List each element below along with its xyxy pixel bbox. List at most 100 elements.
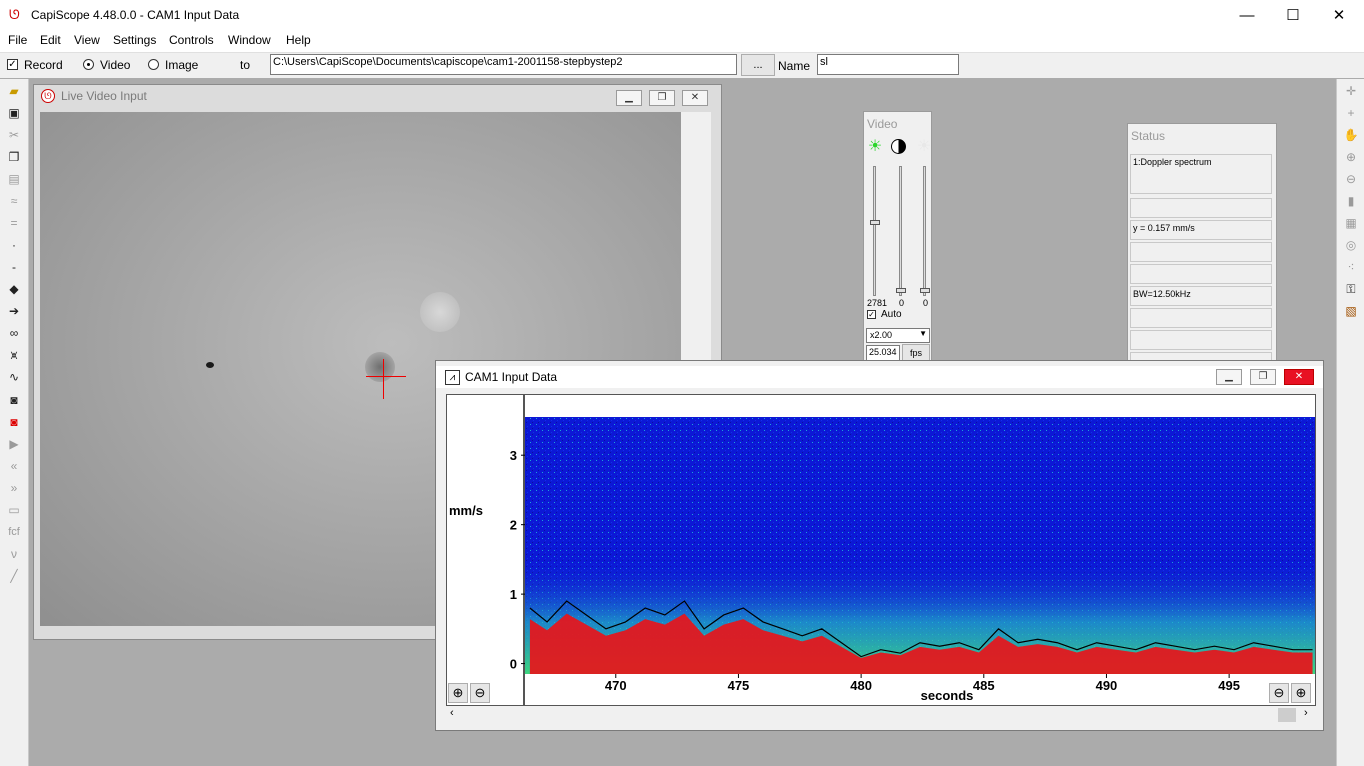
equal-icon[interactable]: = xyxy=(4,213,24,233)
zoom-in-icon[interactable]: ⊕ xyxy=(1341,147,1361,167)
name-label: Name xyxy=(778,59,811,73)
point-icon[interactable]: ◆ xyxy=(4,279,24,299)
play-icon[interactable]: ▶ xyxy=(4,434,24,454)
live-video-titlebar[interactable]: ᘎ Live Video Input ▁ ❐ ✕ xyxy=(34,85,721,107)
line-icon[interactable]: ╱ xyxy=(4,566,24,586)
cam1-close[interactable]: ✕ xyxy=(1284,369,1314,385)
gain-slider-thumb[interactable] xyxy=(920,288,930,293)
video-radio[interactable] xyxy=(83,59,94,70)
zoom-value: x2.00 xyxy=(870,330,893,340)
cam1-titlebar[interactable]: ⩘ CAM1 Input Data ▁ ❐ ✕ xyxy=(436,366,1323,388)
zoom-select[interactable]: x2.00 ▼ xyxy=(866,328,930,343)
x-tick-label-495: 495 xyxy=(1218,678,1240,693)
x-tick-label-490: 490 xyxy=(1096,678,1118,693)
maximize-button[interactable]: ☐ xyxy=(1270,0,1316,31)
menu-controls[interactable]: Controls xyxy=(169,33,214,47)
arrow-right-icon[interactable]: ➔ xyxy=(4,301,24,321)
rewind-icon[interactable]: « xyxy=(4,456,24,476)
live-video-title: Live Video Input xyxy=(61,89,147,103)
left-toolbar: ▰ ▣ ✂ ❐ ▤ ≈ = · - ◆ ➔ ∞ ⩙ ∿ ◙ ◙ ▶ « » ▭ … xyxy=(0,79,29,766)
contrast-icon xyxy=(891,139,906,154)
status-row-5 xyxy=(1130,264,1272,284)
x-tick-label-475: 475 xyxy=(728,678,750,693)
gain-icon: ☀ xyxy=(916,138,932,155)
close-button[interactable]: ✕ xyxy=(1316,0,1362,31)
fast-forward-icon[interactable]: » xyxy=(4,478,24,498)
cam1-chart-icon: ⩘ xyxy=(445,370,460,385)
camera-icon[interactable]: ◙ xyxy=(4,390,24,410)
menu-window[interactable]: Window xyxy=(228,33,271,47)
title-bar: ᘎ CapiScope 4.48.0.0 - CAM1 Input Data —… xyxy=(0,0,1364,31)
cam1-minimize[interactable]: ▁ xyxy=(1216,369,1242,385)
copy-icon[interactable]: ❐ xyxy=(4,147,24,167)
menu-help[interactable]: Help xyxy=(286,33,311,47)
minimize-button[interactable]: — xyxy=(1224,0,1270,31)
doppler-spectrum-chart[interactable]: 0 1 2 3 470 475 480 485 490 495 seconds xyxy=(445,392,1317,706)
y-tick-label-1: 1 xyxy=(510,587,517,602)
waveform-icon[interactable]: ∿ xyxy=(4,367,24,387)
contrast-slider-thumb[interactable] xyxy=(896,288,906,293)
paste-icon[interactable]: ▤ xyxy=(4,169,24,189)
dash-icon[interactable]: - xyxy=(4,257,24,277)
scatter-icon[interactable]: ⁖ xyxy=(1341,257,1361,277)
bright-spot xyxy=(420,292,460,332)
auto-label: Auto xyxy=(881,309,902,320)
dot-icon[interactable]: · xyxy=(4,235,24,255)
status-row-velocity: y = 0.157 mm/s xyxy=(1130,220,1272,240)
grid-icon[interactable]: ▦ xyxy=(1341,213,1361,233)
chevron-down-icon: ▼ xyxy=(919,329,927,338)
name-field[interactable]: sl xyxy=(817,54,959,75)
status-row-mode: 1:Doppler spectrum xyxy=(1130,154,1272,194)
fill-icon[interactable]: ▮ xyxy=(1341,191,1361,211)
app-icon: ᘎ xyxy=(9,7,20,22)
scroll-thumb[interactable] xyxy=(1278,708,1296,722)
brightness-slider-thumb[interactable] xyxy=(870,220,880,225)
glasses-icon[interactable]: ∞ xyxy=(4,323,24,343)
scroll-right-icon[interactable]: › xyxy=(1304,707,1308,719)
brightness-slider-track[interactable] xyxy=(873,166,876,296)
gain-value: 0 xyxy=(923,298,929,308)
wave-icon[interactable]: ≈ xyxy=(4,191,24,211)
sawtooth-icon[interactable]: ⩙ xyxy=(4,345,24,365)
horizontal-scrollbar[interactable]: ‹ › xyxy=(446,707,1316,723)
lock-icon[interactable]: ⚿ xyxy=(1341,279,1361,299)
target-icon[interactable]: ◎ xyxy=(1341,235,1361,255)
to-label: to xyxy=(240,58,251,72)
record-checkbox[interactable]: ✓ xyxy=(7,59,18,70)
y-tick-label-0: 0 xyxy=(510,657,517,672)
menu-file[interactable]: File xyxy=(8,33,27,47)
cut-icon[interactable]: ✂ xyxy=(4,125,24,145)
browse-button[interactable]: ... xyxy=(741,54,775,76)
status-row-2 xyxy=(1130,198,1272,218)
camera-record-icon[interactable]: ◙ xyxy=(4,412,24,432)
status-panel-title: Status xyxy=(1131,129,1166,143)
fcf-icon[interactable]: fcf xyxy=(4,522,24,542)
contrast-value: 0 xyxy=(899,298,905,308)
image-radio[interactable] xyxy=(148,59,159,70)
path-field[interactable]: C:\Users\CapiScope\Documents\capiscope\c… xyxy=(270,54,737,75)
gain-slider-track[interactable] xyxy=(923,166,926,296)
save-icon[interactable]: ▣ xyxy=(4,103,24,123)
cam1-title: CAM1 Input Data xyxy=(465,370,558,384)
live-video-minimize[interactable]: ▁ xyxy=(616,90,642,106)
auto-checkbox[interactable]: ✓ xyxy=(867,310,876,319)
brightness-value: 2781 xyxy=(867,298,888,308)
loop-icon[interactable]: ▭ xyxy=(4,500,24,520)
cam1-restore[interactable]: ❐ xyxy=(1250,369,1276,385)
image-icon[interactable]: ▧ xyxy=(1341,301,1361,321)
zoom-out-icon[interactable]: ⊖ xyxy=(1341,169,1361,189)
menu-edit[interactable]: Edit xyxy=(40,33,61,47)
video-panel: Video ☀ ☀ 2781 0 0 ✓ Auto x2.00 ▼ 25.034… xyxy=(863,111,932,367)
contrast-slider-track[interactable] xyxy=(899,166,902,296)
crosshair-icon[interactable]: ✛ xyxy=(1341,81,1361,101)
menu-settings[interactable]: Settings xyxy=(113,33,156,47)
open-folder-icon[interactable]: ▰ xyxy=(4,81,24,101)
live-video-close[interactable]: ✕ xyxy=(682,90,708,106)
menu-view[interactable]: View xyxy=(74,33,100,47)
nu-icon[interactable]: ν xyxy=(4,544,24,564)
hand-icon[interactable]: ✋ xyxy=(1341,125,1361,145)
live-video-restore[interactable]: ❐ xyxy=(649,90,675,106)
scroll-left-icon[interactable]: ‹ xyxy=(450,707,454,719)
status-panel: Status 1:Doppler spectrum y = 0.157 mm/s… xyxy=(1127,123,1277,372)
cursor-icon[interactable]: + xyxy=(1341,103,1361,123)
